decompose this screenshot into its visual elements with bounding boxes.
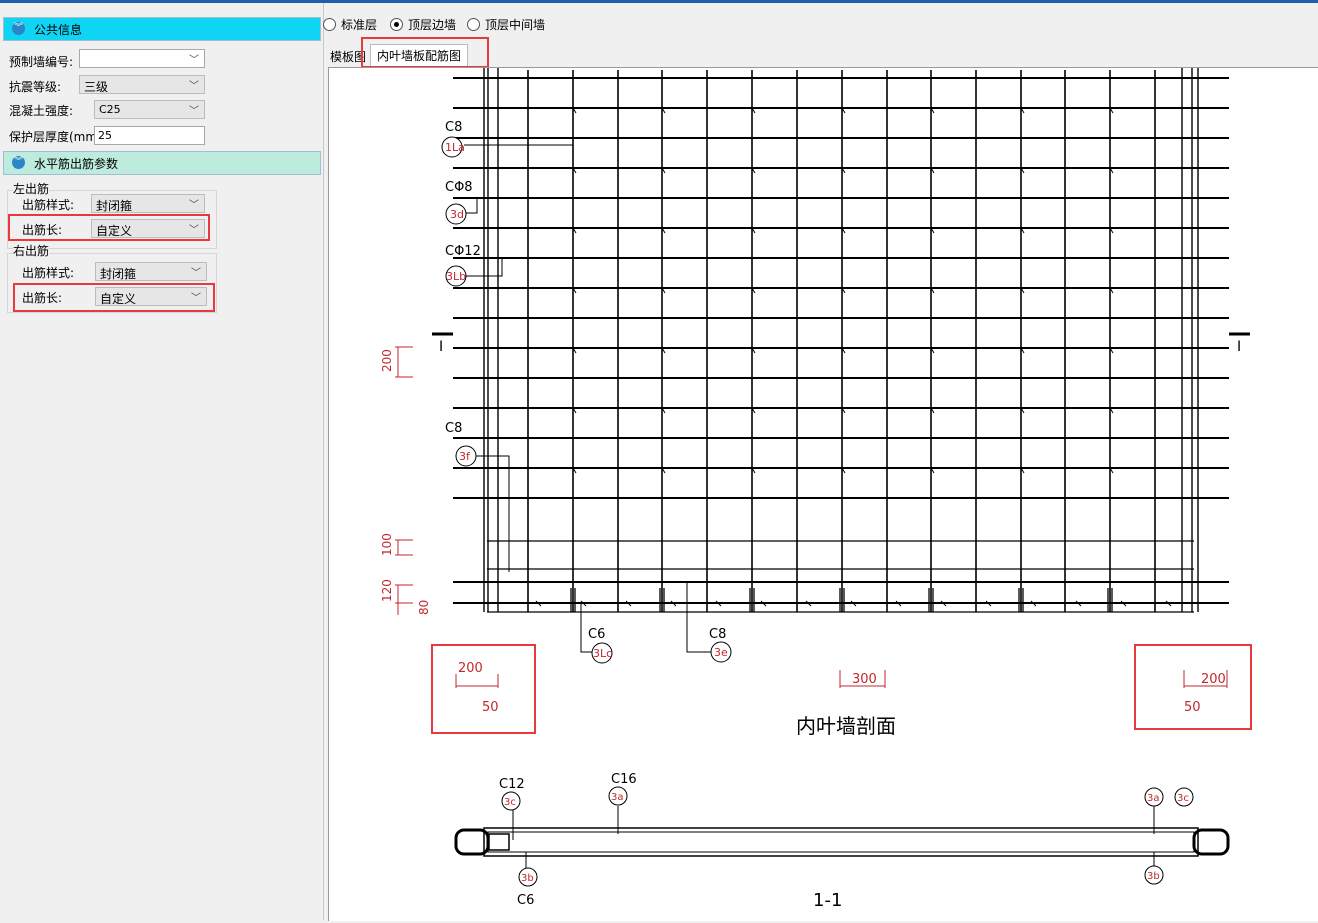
dim-100: 100 — [380, 533, 394, 556]
plan-title: 1-1 — [813, 890, 842, 911]
wall-id-select[interactable]: ﹀ — [79, 49, 205, 68]
seismic-label: 抗震等级: — [9, 80, 62, 94]
chevron-down-icon: ﹀ — [189, 55, 199, 66]
cover-label: 保护层厚度(mm) — [9, 130, 102, 144]
plan-tag-3b-l: 3b — [521, 873, 534, 884]
right-out-group-label: 右出筋 — [13, 242, 50, 259]
left-style-label: 出筋样式: — [22, 198, 75, 212]
highlight-right-length — [13, 283, 215, 312]
callout-tags: 1La 3d 3Lb 3f 3Lc 3e — [441, 136, 732, 664]
concrete-select[interactable]: C25 ﹀ — [94, 100, 205, 119]
radio-top-middle-wall[interactable]: 顶层中间墙 — [467, 16, 545, 33]
plan-section — [454, 806, 1230, 870]
dim-120: 120 — [380, 579, 394, 602]
section-mark-right: I — [1229, 332, 1250, 355]
radio-circle — [323, 18, 336, 31]
callout-c12-phi: CΦ12 — [445, 244, 481, 259]
chevron-down-icon: ﹀ — [189, 200, 199, 211]
radio-circle-selected — [390, 18, 403, 31]
left-style-select[interactable]: 封闭箍 ﹀ — [91, 194, 205, 213]
radio-standard-floor[interactable]: 标准层 — [323, 16, 377, 33]
rebar-grid — [453, 68, 1229, 612]
tag-3lc: 3Lc — [593, 647, 612, 660]
svg-text:I: I — [439, 339, 443, 355]
elevation-title: 内叶墙剖面 — [796, 714, 896, 738]
section-mark-left: I — [432, 332, 453, 355]
radio-circle — [467, 18, 480, 31]
drawing-canvas[interactable]: I I C8 CΦ8 CΦ12 C8 C6 C8 1La 3d 3Lb 3f 3… — [328, 67, 1318, 921]
wall-id-label: 预制墙编号: — [9, 55, 74, 69]
rebar-ticks — [535, 107, 1172, 612]
right-style-select[interactable]: 封闭箍 ﹀ — [95, 262, 207, 281]
dim-80: 80 — [417, 600, 431, 615]
parameter-panel: ︾ 公共信息 预制墙编号: ﹀ 抗震等级: 三级 ﹀ 混凝土强度: C25 ﹀ … — [0, 3, 324, 920]
right-style-label: 出筋样式: — [22, 266, 75, 280]
horizontal-bar-header[interactable]: ︾ 水平筋出筋参数 — [3, 151, 321, 175]
tag-3l: 3Lb — [446, 270, 466, 283]
chevron-down-icon: ﹀ — [191, 268, 201, 279]
left-out-group-label: 左出筋 — [13, 180, 50, 197]
public-info-title: 公共信息 — [34, 23, 83, 37]
tag-3d: 3d — [450, 208, 464, 221]
horizontal-bar-title: 水平筋出筋参数 — [34, 157, 119, 171]
plan-tags: 3c 3a 3a 3c 3b 3b — [501, 786, 1194, 887]
dim-200-left: 200 — [380, 349, 394, 372]
highlight-right-dim — [1134, 644, 1252, 730]
svg-text:I: I — [1237, 339, 1241, 355]
callout-c8-bot: C8 — [709, 627, 726, 642]
tag-3e: 3e — [714, 646, 728, 659]
tag-1la: 1La — [445, 141, 465, 154]
callouts: C8 CΦ8 CΦ12 C8 C6 C8 — [445, 108, 726, 653]
collapse-chevron-icon[interactable]: ︾ — [12, 22, 25, 35]
rebar-drawing: I I C8 CΦ8 CΦ12 C8 C6 C8 1La 3d 3Lb 3f 3… — [380, 68, 1250, 911]
chevron-down-icon: ﹀ — [189, 106, 199, 117]
plan-c6: C6 — [517, 893, 534, 908]
plan-labels: C12 C16 C6 1-1 — [499, 772, 842, 911]
chevron-down-icon: ﹀ — [189, 81, 199, 92]
callout-c6-bot: C6 — [588, 627, 605, 642]
collapse-chevron-icon[interactable]: ︾ — [12, 156, 25, 169]
callout-c8-mid: C8 — [445, 421, 462, 436]
cover-input[interactable]: 25 — [94, 126, 205, 145]
plan-tag-3c-r: 3c — [1177, 793, 1189, 804]
plan-c12: C12 — [499, 777, 525, 792]
radio-top-edge-wall[interactable]: 顶层边墙 — [390, 16, 456, 33]
horizontal-dims: 200 50 300 200 50 — [455, 661, 1228, 715]
tag-3f: 3f — [459, 450, 471, 463]
plan-tag-3b-r: 3b — [1147, 871, 1160, 882]
seismic-select[interactable]: 三级 ﹀ — [79, 75, 205, 94]
highlight-left-dim — [431, 644, 536, 734]
dim-300: 300 — [852, 672, 877, 687]
plan-tag-3c-l: 3c — [504, 797, 516, 808]
plan-c16: C16 — [611, 772, 637, 787]
callout-c8-top: C8 — [445, 120, 462, 135]
vertical-dims: 200 100 120 80 — [380, 346, 431, 615]
public-info-header[interactable]: ︾ 公共信息 — [3, 17, 321, 41]
concrete-label: 混凝土强度: — [9, 104, 74, 118]
highlight-tab — [361, 37, 489, 68]
plan-tag-3a: 3a — [611, 792, 624, 803]
callout-c8-phi: CΦ8 — [445, 180, 473, 195]
plan-tag-3a-r: 3a — [1147, 793, 1160, 804]
highlight-left-length — [8, 214, 210, 241]
